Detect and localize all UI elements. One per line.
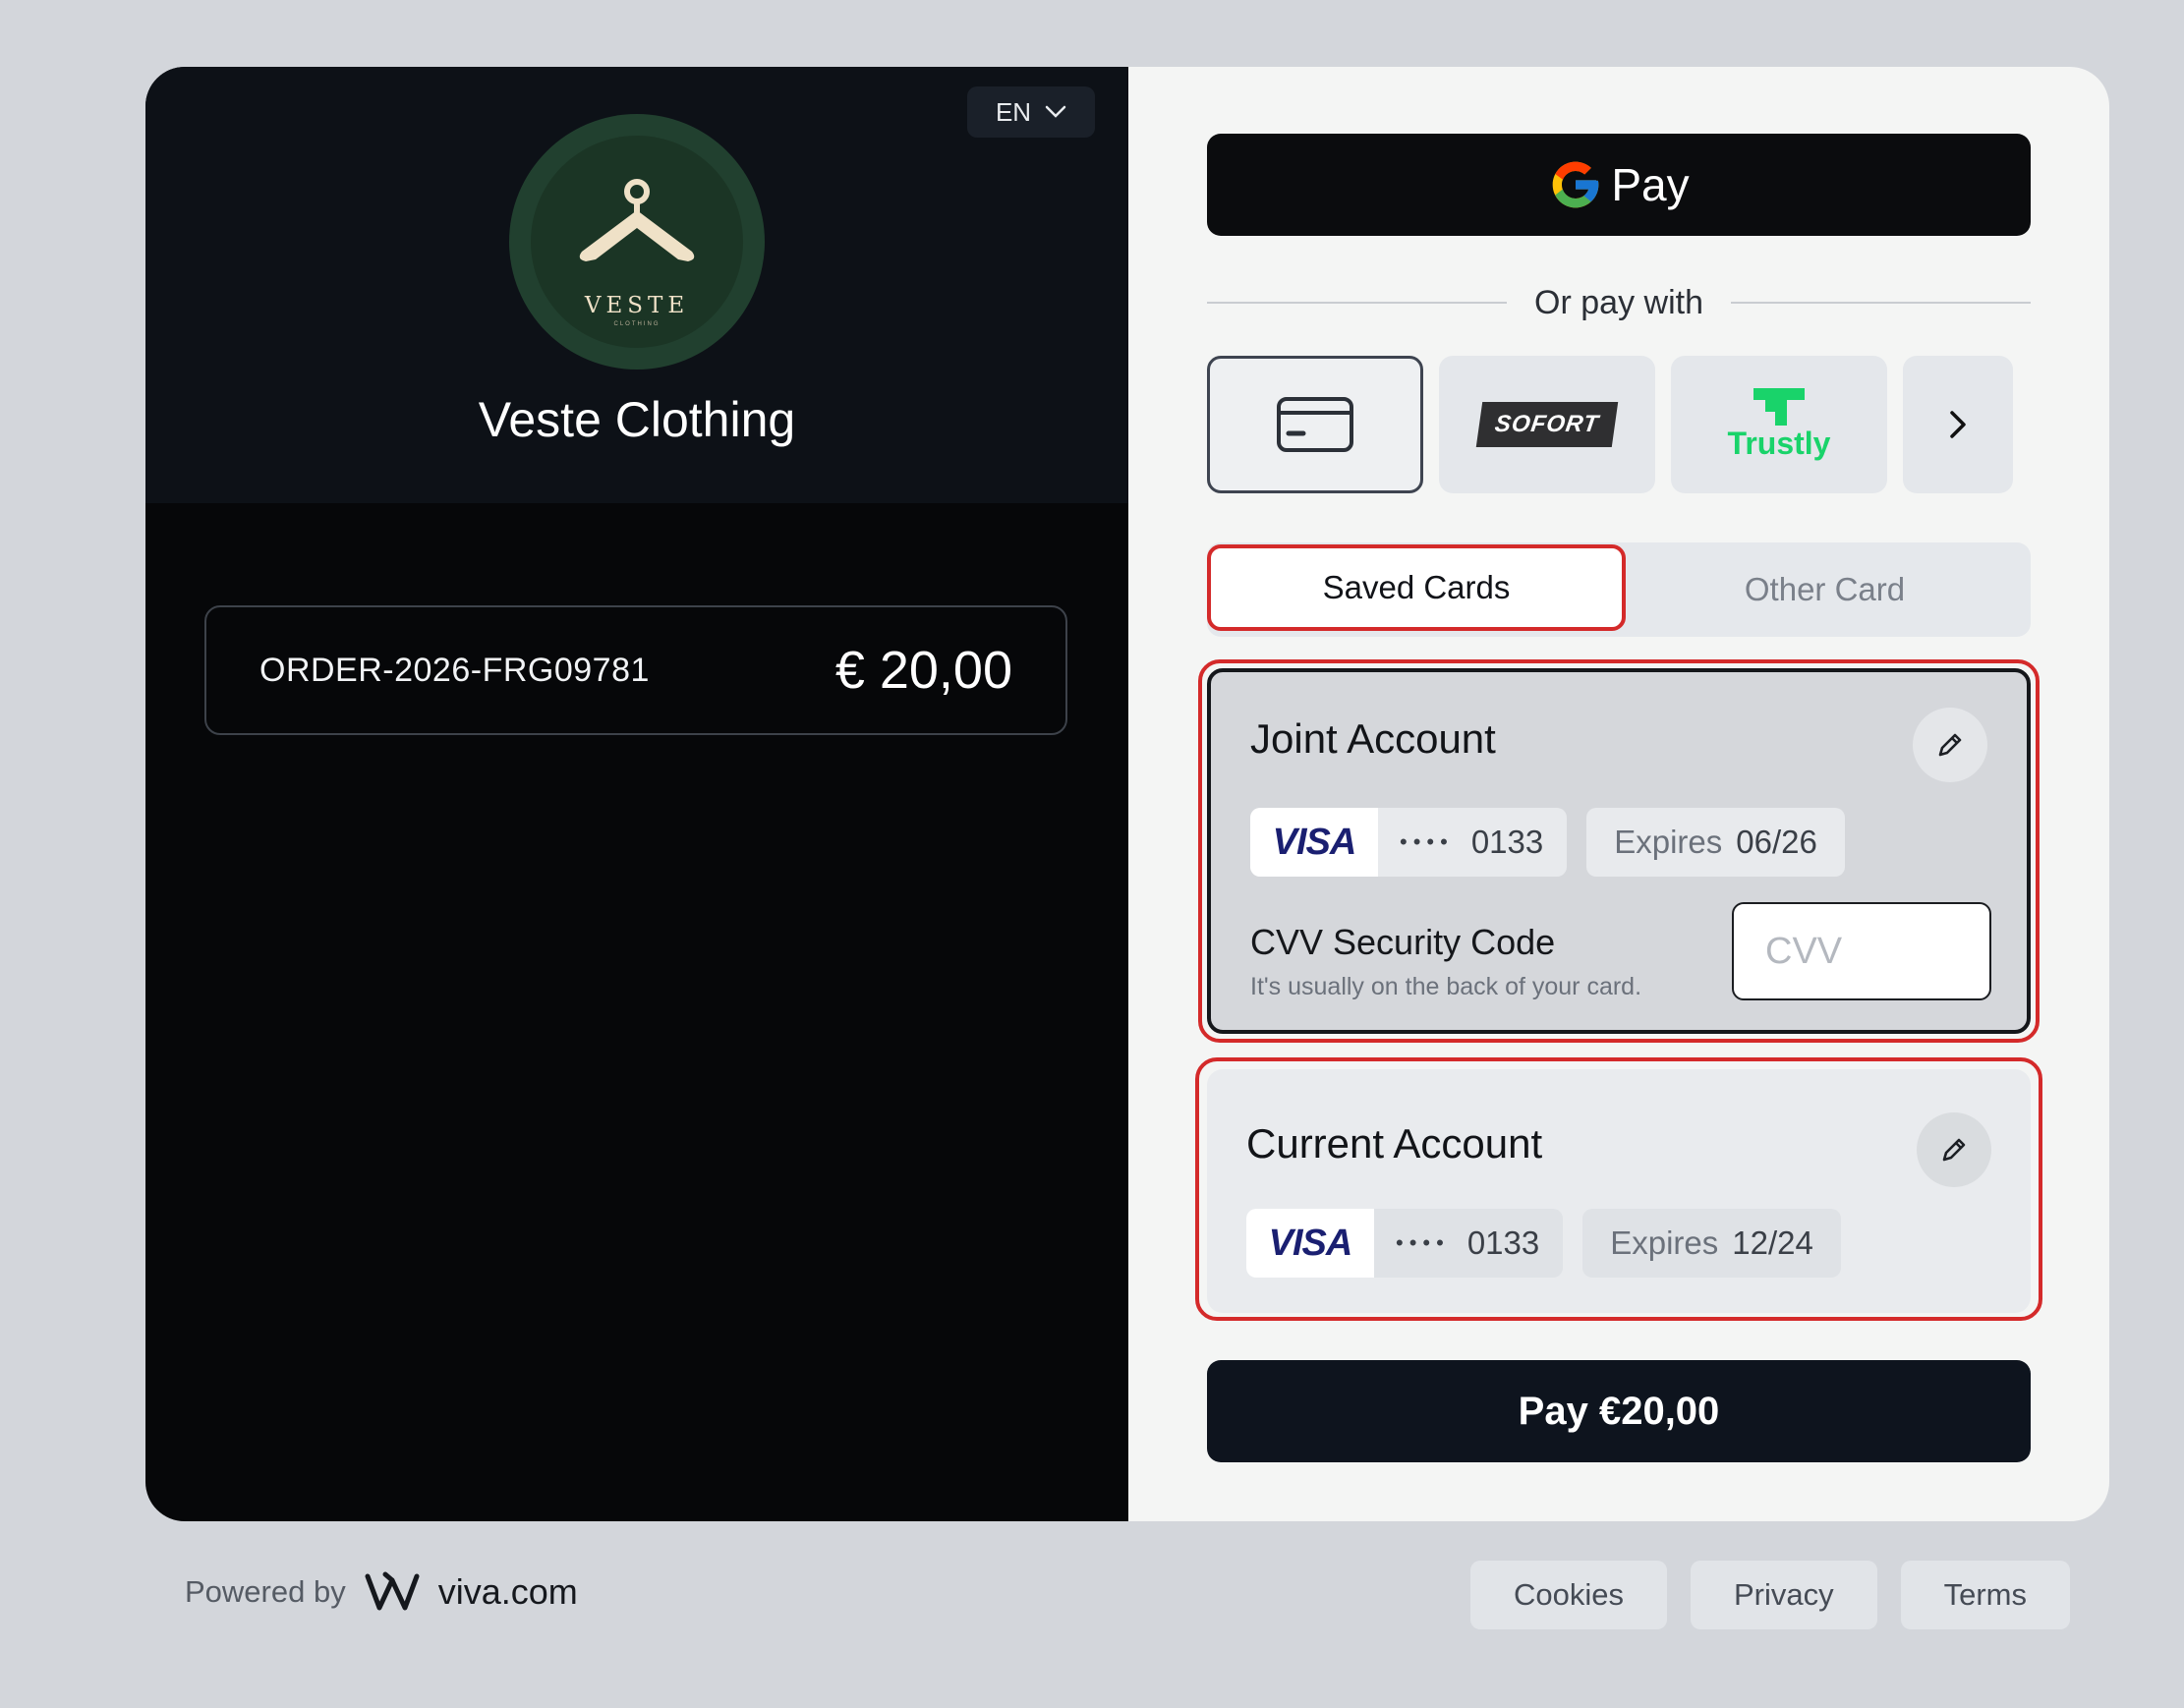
method-sofort[interactable]: SOFORT xyxy=(1439,356,1655,493)
edit-card-button[interactable] xyxy=(1913,708,1987,782)
merchant-name: Veste Clothing xyxy=(478,392,796,447)
powered-by: Powered by viva.com xyxy=(185,1570,578,1614)
card-number-pill: VISA •••• 0133 xyxy=(1246,1209,1564,1278)
card-number-pill: VISA •••• 0133 xyxy=(1250,808,1568,877)
merchant-logo: VESTE CLOTHING xyxy=(509,114,765,370)
privacy-link[interactable]: Privacy xyxy=(1690,1561,1877,1629)
tab-saved-cards[interactable]: Saved Cards xyxy=(1207,544,1626,631)
account-name: Joint Account xyxy=(1250,715,1496,762)
order-id: ORDER-2026-FRG09781 xyxy=(259,651,650,689)
expires-label: Expires xyxy=(1614,824,1723,860)
hanger-icon xyxy=(579,179,695,261)
viva-logo-icon xyxy=(365,1571,420,1611)
expires-label: Expires xyxy=(1610,1224,1719,1261)
cvv-input[interactable] xyxy=(1732,902,1991,1000)
pay-button[interactable]: Pay €20,00 xyxy=(1207,1360,2031,1462)
tab-other-card[interactable]: Other Card xyxy=(1619,542,2031,637)
divider-text: Or pay with xyxy=(1534,283,1703,321)
sofort-logo: SOFORT xyxy=(1475,402,1619,447)
card-icon xyxy=(1277,397,1353,452)
saved-card-joint-account[interactable]: Joint Account VISA •••• 0133 Expires 06/2… xyxy=(1207,668,2031,1034)
order-summary: ORDER-2026-FRG09781 € 20,00 xyxy=(204,605,1067,735)
chevron-down-icon xyxy=(1045,105,1066,118)
chevron-right-icon xyxy=(1950,411,1966,438)
card-expiry: Expires 06/26 xyxy=(1586,808,1845,877)
checkout-card: EN VESTE CLOTHING Veste Clothing ORDER-2… xyxy=(145,67,2109,1521)
merchant-header: EN VESTE CLOTHING Veste Clothing xyxy=(145,67,1128,503)
logo-subtext: CLOTHING xyxy=(613,321,661,327)
masked-dots: •••• xyxy=(1400,829,1454,854)
payment-methods: SOFORT Trustly xyxy=(1207,356,2013,493)
footer-links: Cookies Privacy Terms xyxy=(1469,1561,2070,1629)
card-last4: 0133 xyxy=(1470,824,1544,860)
or-pay-with-divider: Or pay with xyxy=(1207,283,2032,322)
cvv-help-text: It's usually on the back of your card. xyxy=(1250,973,1642,1000)
method-card[interactable] xyxy=(1207,356,1423,493)
cvv-label: CVV Security Code xyxy=(1250,922,1556,962)
trustly-icon xyxy=(1753,387,1805,426)
card-tabs: Saved Cards Other Card xyxy=(1207,542,2031,637)
cookies-link[interactable]: Cookies xyxy=(1469,1561,1667,1629)
more-methods-button[interactable] xyxy=(1903,356,2013,493)
pencil-icon xyxy=(1942,1138,1966,1162)
method-trustly[interactable]: Trustly xyxy=(1671,356,1887,493)
visa-logo: VISA xyxy=(1250,808,1378,877)
google-pay-button[interactable]: Pay xyxy=(1207,134,2031,236)
order-amount: € 20,00 xyxy=(834,641,1012,700)
card-expiry: Expires 12/24 xyxy=(1582,1209,1841,1278)
expires-value: 12/24 xyxy=(1732,1224,1813,1261)
viva-brand[interactable]: viva.com xyxy=(438,1571,578,1613)
expires-value: 06/26 xyxy=(1736,824,1817,860)
masked-dots: •••• xyxy=(1396,1230,1450,1255)
language-selector[interactable]: EN xyxy=(967,86,1095,138)
language-label: EN xyxy=(995,96,1032,127)
powered-by-label: Powered by xyxy=(185,1574,346,1609)
google-pay-label: Pay xyxy=(1611,159,1690,210)
visa-logo: VISA xyxy=(1246,1209,1374,1278)
pencil-icon xyxy=(1938,733,1962,757)
payment-panel: Pay Or pay with SOFORT Trustly Saved Car… xyxy=(1128,67,2109,1521)
card-last4: 0133 xyxy=(1466,1224,1540,1261)
logo-wordmark: VESTE xyxy=(584,293,690,318)
trustly-label: Trustly xyxy=(1727,425,1831,461)
google-g-icon xyxy=(1553,161,1599,208)
edit-card-button[interactable] xyxy=(1917,1112,1991,1187)
account-name: Current Account xyxy=(1246,1120,1543,1167)
saved-card-current-account[interactable]: Current Account VISA •••• 0133 Expires 12… xyxy=(1207,1069,2031,1313)
terms-link[interactable]: Terms xyxy=(1900,1561,2070,1629)
merchant-panel: EN VESTE CLOTHING Veste Clothing ORDER-2… xyxy=(145,67,1128,1521)
